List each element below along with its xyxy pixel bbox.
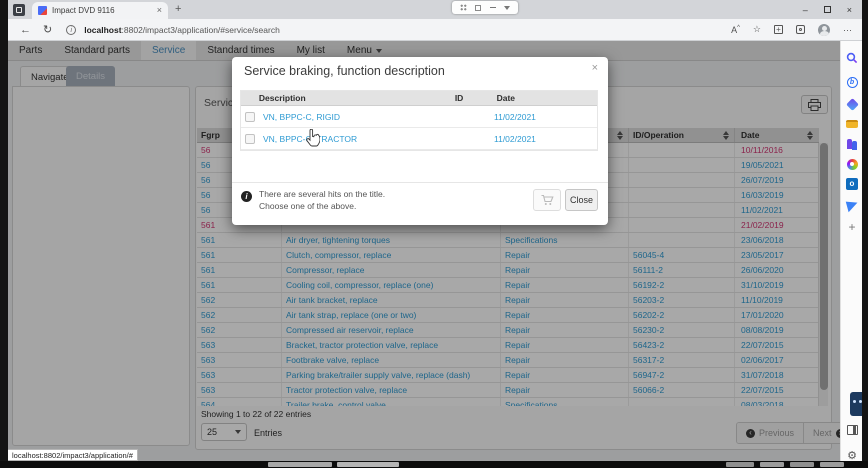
modal-col-id: ID: [455, 91, 497, 105]
sidebar-add-icon[interactable]: +: [845, 220, 859, 234]
expand-widget-icon[interactable]: [504, 6, 510, 10]
cart-icon: [541, 195, 554, 206]
sidebar-office-icon[interactable]: [845, 137, 859, 151]
modal-close-button[interactable]: Close: [565, 189, 598, 211]
description-link[interactable]: VN, BPPC-C, RIGID: [255, 112, 452, 122]
row-checkbox[interactable]: [245, 112, 255, 122]
sidebar-hidden-app-icon[interactable]: [850, 392, 862, 416]
edge-sidebar: b o + ⚙: [840, 41, 862, 461]
site-info-icon[interactable]: i: [66, 25, 76, 35]
modal-col-date: Date: [497, 91, 597, 105]
sidebar-search-icon[interactable]: [845, 51, 859, 65]
add-to-cart-button[interactable]: [533, 189, 561, 211]
cell-date: 11/02/2021: [494, 112, 595, 122]
sidebar-outlook-icon[interactable]: o: [845, 177, 859, 191]
taskbar-item[interactable]: [268, 462, 332, 467]
url-field[interactable]: localhost:8802/impact3/application/#serv…: [84, 25, 731, 35]
window-maximize-button[interactable]: [824, 6, 831, 13]
back-icon[interactable]: ←: [20, 24, 31, 36]
description-link[interactable]: VN, BPPC-C, TRACTOR: [255, 134, 452, 144]
sidebar-image-creator-icon[interactable]: [845, 157, 859, 171]
sidebar-shopping-icon[interactable]: [845, 97, 859, 111]
modal-footer: i There are several hits on the title. C…: [232, 182, 608, 225]
profile-avatar[interactable]: [818, 24, 830, 36]
modal-table-row[interactable]: VN, BPPC-C, RIGID 11/02/2021: [241, 106, 597, 128]
modal-message: There are several hits on the title. Cho…: [259, 189, 385, 212]
hand-cursor: [305, 129, 320, 147]
sidebar-bing-chat-icon[interactable]: b: [845, 75, 859, 89]
taskbar-item[interactable]: [337, 462, 399, 467]
browser-essentials-icon[interactable]: [796, 25, 805, 34]
collections-icon[interactable]: +: [774, 25, 783, 34]
status-tooltip: localhost:8802/impact3/application/#: [8, 449, 138, 461]
tab-close-icon[interactable]: ×: [157, 6, 162, 15]
modal-title: Service braking, function description: [244, 64, 445, 78]
function-description-modal: Service braking, function description × …: [232, 57, 608, 225]
modal-close-icon[interactable]: ×: [592, 62, 598, 74]
modal-table-row[interactable]: VN, BPPC-C, TRACTOR 11/02/2021: [241, 128, 597, 150]
sidebar-drop-icon[interactable]: [845, 198, 859, 212]
modal-col-description: Description: [259, 91, 455, 105]
favorites-star-icon[interactable]: ☆: [753, 24, 761, 35]
browser-titlebar: Impact DVD 9116 × + – ×: [8, 0, 862, 19]
settings-menu-icon[interactable]: ···: [843, 25, 852, 35]
browser-window: Impact DVD 9116 × + – × ← ↻ i localhost:…: [8, 0, 862, 461]
new-tab-button[interactable]: +: [175, 3, 181, 15]
window-close-button[interactable]: ×: [847, 5, 852, 15]
window-minimize-button[interactable]: –: [803, 5, 808, 15]
info-icon: i: [241, 191, 252, 202]
row-checkbox[interactable]: [245, 134, 255, 144]
sidebar-games-icon[interactable]: [845, 117, 859, 131]
sidebar-settings-icon[interactable]: ⚙: [845, 449, 859, 461]
taskbar-item[interactable]: [760, 462, 784, 467]
refresh-icon[interactable]: ↻: [43, 23, 52, 36]
tab-favicon-icon: [38, 6, 47, 15]
cell-date: 11/02/2021: [494, 134, 595, 144]
taskbar-item[interactable]: [790, 462, 814, 467]
modal-table: Description ID Date VN, BPPC-C, RIGID 11/…: [240, 90, 598, 151]
read-aloud-icon[interactable]: A^: [731, 25, 740, 35]
capture-region-icon[interactable]: [475, 5, 481, 11]
taskbar-item[interactable]: [820, 462, 844, 467]
minimize-widget-icon[interactable]: [490, 7, 496, 8]
taskbar: [0, 461, 868, 468]
drag-grid-icon[interactable]: [460, 4, 467, 11]
screen: Impact DVD 9116 × + – × ← ↻ i localhost:…: [0, 0, 868, 468]
tab-title: Impact DVD 9116: [52, 6, 152, 15]
browser-addressbar: ← ↻ i localhost:8802/impact3/application…: [8, 19, 862, 41]
capture-widget[interactable]: [452, 1, 518, 14]
tab-actions-icon[interactable]: [13, 4, 25, 16]
browser-tab[interactable]: Impact DVD 9116 ×: [32, 2, 168, 19]
taskbar-item[interactable]: [726, 462, 754, 467]
sidebar-panel-toggle-icon[interactable]: [845, 423, 859, 437]
modal-table-header: Description ID Date: [241, 91, 597, 106]
